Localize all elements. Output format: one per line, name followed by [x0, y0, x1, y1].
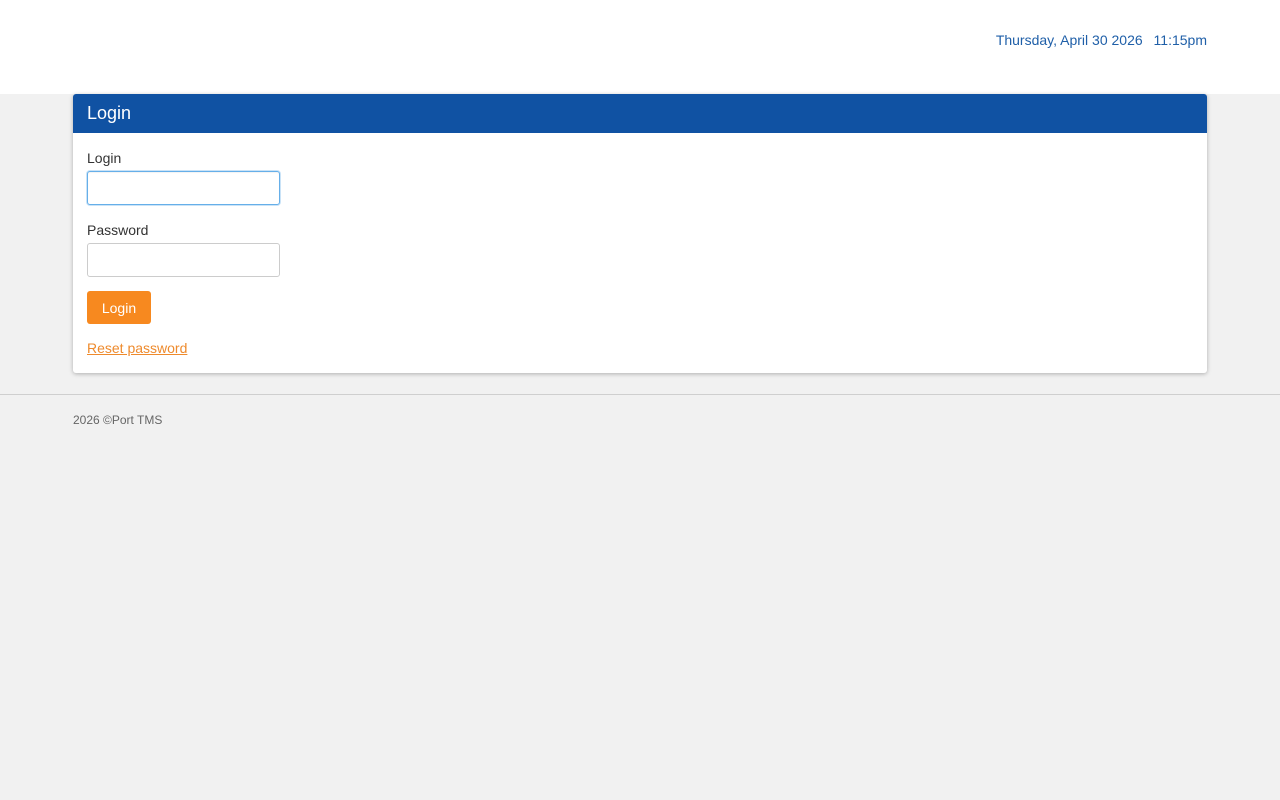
reset-password-link[interactable]: Reset password: [87, 340, 187, 356]
login-panel-header: Login: [73, 94, 1207, 133]
password-input[interactable]: [87, 243, 280, 277]
password-field-label: Password: [87, 222, 149, 238]
login-input[interactable]: [87, 171, 280, 205]
footer-copyright: 2026 ©Port TMS: [73, 413, 163, 427]
header-datetime: Thursday, April 30 2026 11:15pm: [996, 32, 1207, 48]
login-button[interactable]: Login: [87, 291, 151, 324]
top-header: Thursday, April 30 2026 11:15pm: [0, 0, 1280, 94]
current-time: 11:15pm: [1153, 32, 1207, 48]
login-field-label: Login: [87, 150, 122, 166]
login-panel-title: Login: [87, 103, 132, 123]
login-panel: Login Login Password Login Reset passwor…: [73, 94, 1207, 373]
footer-divider: [0, 394, 1280, 395]
current-date: Thursday, April 30 2026: [995, 32, 1143, 48]
